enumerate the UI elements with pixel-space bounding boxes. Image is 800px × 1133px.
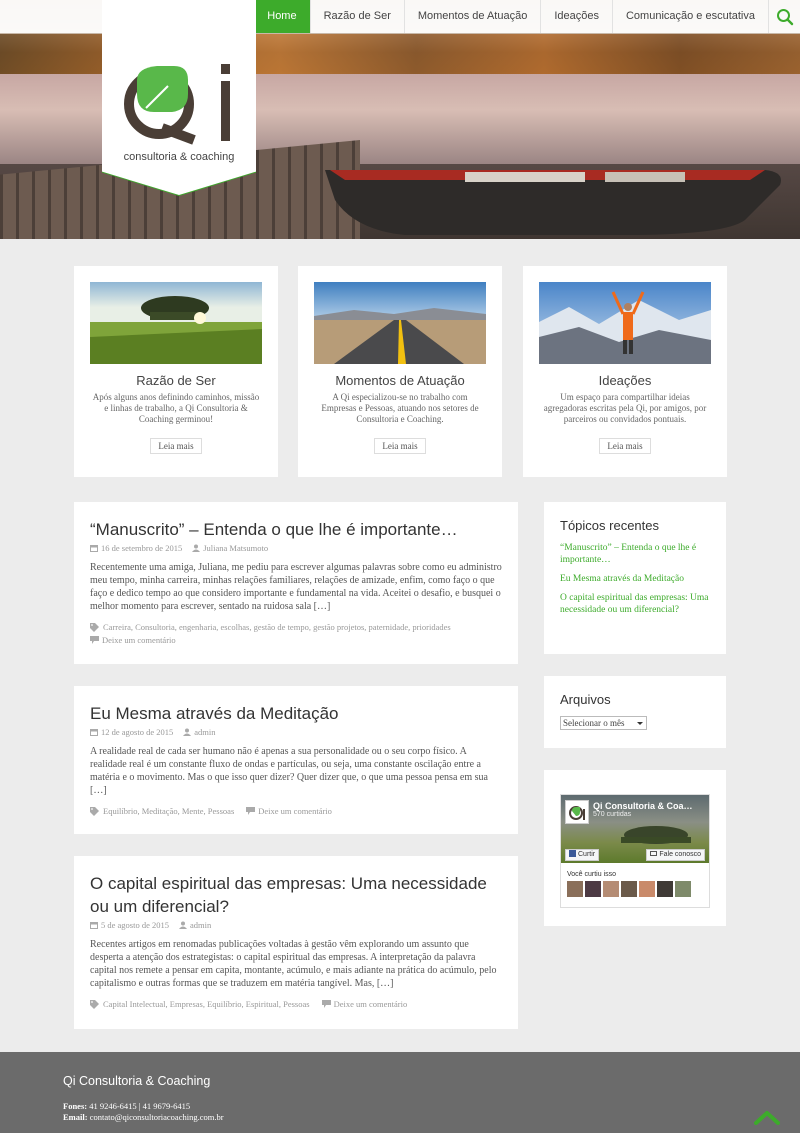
feature-text: A Qi especializou-se no trabalho com Emp… <box>321 392 479 424</box>
post-author: Juliana Matsumoto <box>192 543 268 553</box>
facebook-friend-faces <box>567 881 691 897</box>
footer-phones: Fones: 41 9246-6415 | 41 9679-6415 <box>63 1101 191 1111</box>
friend-avatar[interactable] <box>567 881 583 897</box>
hero-boat <box>325 170 781 235</box>
tag-icon <box>90 622 99 632</box>
facebook-page-plugin: Qi Consultoria & Coa… 570 curtidas Curti… <box>560 794 710 908</box>
user-icon <box>192 544 201 552</box>
qi-logo-icon <box>569 806 585 820</box>
post-tags: Equilíbrio, Meditação, Mente, Pessoas De… <box>90 806 502 816</box>
friend-avatar[interactable] <box>621 881 637 897</box>
post-comments: Deixe um comentário <box>321 999 407 1009</box>
facebook-widget: Qi Consultoria & Coa… 570 curtidas Curti… <box>544 770 726 926</box>
tag-icon <box>90 806 99 816</box>
feature-image-trees <box>90 282 262 364</box>
feature-title: Momentos de Atuação <box>335 373 465 388</box>
post-meta: 5 de agosto de 2015 admin <box>90 920 502 930</box>
calendar-icon <box>90 729 98 736</box>
calendar-icon <box>90 545 98 552</box>
scroll-to-top-icon[interactable] <box>754 1109 780 1125</box>
comment-icon <box>321 1000 331 1008</box>
read-more-button[interactable]: Leia mais <box>150 438 202 454</box>
logo-tagline: consultoria & coaching <box>123 151 235 163</box>
footer-email: Email: contato@qiconsultoriacoaching.com… <box>63 1112 224 1122</box>
post-meta: 12 de agosto de 2015 admin <box>90 727 502 737</box>
post-comments: Deixe um comentário <box>90 635 502 645</box>
feature-text: Após alguns anos definindo caminhos, mis… <box>92 392 260 424</box>
comment-icon <box>90 636 99 644</box>
read-more-button[interactable]: Leia mais <box>599 438 651 454</box>
post-tags: Carreira, Consultoria, engenharia, escol… <box>90 622 502 632</box>
feature-image-road <box>314 282 486 364</box>
search-icon <box>776 8 793 25</box>
user-icon <box>183 728 192 736</box>
comment-icon <box>246 807 256 815</box>
recent-post-link[interactable]: Eu Mesma através da Meditação <box>560 573 710 585</box>
post-title[interactable]: O capital espiritual das empresas: Uma n… <box>90 872 502 918</box>
post-meta: 16 de setembro de 2015 Juliana Matsumoto <box>90 543 502 553</box>
post-excerpt: Recentemente uma amiga, Juliana, me pedi… <box>90 562 502 612</box>
post-title[interactable]: “Manuscrito” – Entenda o que lhe é impor… <box>90 518 502 541</box>
post-date: 16 de setembro de 2015 <box>90 543 182 553</box>
nav-ideacoes[interactable]: Ideações <box>540 0 612 33</box>
post-card: O capital espiritual das empresas: Uma n… <box>74 856 518 1029</box>
tag-icon <box>90 999 99 1009</box>
post-author: admin <box>179 920 211 930</box>
post-tags: Capital Intelectual, Empresas, Equilíbri… <box>90 999 502 1009</box>
widget-title: Tópicos recentes <box>560 518 659 533</box>
post-author: admin <box>183 727 216 737</box>
post-excerpt: Recentes artigos em renomadas publicaçõe… <box>90 939 497 989</box>
post-date: 5 de agosto de 2015 <box>90 920 169 930</box>
friend-avatar[interactable] <box>657 881 673 897</box>
feature-card-momentos: Momentos de Atuação A Qi especializou-se… <box>298 266 502 477</box>
feature-text: Um espaço para compartilhar ideias agreg… <box>543 392 707 424</box>
feature-image-mountain <box>539 282 711 364</box>
recent-post-link[interactable]: “Manuscrito” – Entenda o que lhe é impor… <box>560 542 710 566</box>
friend-avatar[interactable] <box>603 881 619 897</box>
post-excerpt: A realidade real de cada ser humano não … <box>90 746 488 796</box>
search-button[interactable] <box>768 0 800 33</box>
user-icon <box>179 921 187 929</box>
nav-razao-de-ser[interactable]: Razão de Ser <box>309 0 404 33</box>
nav-momentos-de-atuacao[interactable]: Momentos de Atuação <box>403 0 540 33</box>
recent-post-link[interactable]: O capital espiritual das empresas: Uma n… <box>560 592 710 616</box>
feature-title: Ideações <box>598 373 652 388</box>
post-date: 12 de agosto de 2015 <box>90 727 173 737</box>
archives-select[interactable]: Selecionar o mês <box>560 716 647 730</box>
feature-title: Razão de Ser <box>136 373 216 388</box>
post-card: Eu Mesma através da Meditação 12 de agos… <box>74 686 518 834</box>
footer-title: Qi Consultoria & Coaching <box>63 1074 211 1088</box>
feature-card-razao: Razão de Ser Após alguns anos definindo … <box>74 266 278 477</box>
read-more-button[interactable]: Leia mais <box>374 438 426 454</box>
facebook-page-name[interactable]: Qi Consultoria & Coa… <box>593 801 693 811</box>
facebook-contact-button[interactable]: Fale conosco <box>646 849 705 861</box>
post-card: “Manuscrito” – Entenda o que lhe é impor… <box>74 502 518 664</box>
facebook-liked-text: Você curtiu isso <box>567 871 617 878</box>
widget-title: Arquivos <box>560 692 611 707</box>
archives-widget: Arquivos Selecionar o mês <box>544 676 726 748</box>
site-footer: Qi Consultoria & Coaching Fones: 41 9246… <box>0 1052 800 1133</box>
friend-avatar[interactable] <box>675 881 691 897</box>
chevron-down-icon <box>637 722 643 725</box>
calendar-icon <box>90 922 98 929</box>
site-logo[interactable]: consultoria & coaching <box>102 0 256 195</box>
post-title[interactable]: Eu Mesma através da Meditação <box>90 702 502 725</box>
qi-logo-icon <box>124 64 230 145</box>
facebook-icon <box>569 850 576 857</box>
facebook-like-button[interactable]: Curtir <box>565 849 600 861</box>
mail-icon <box>650 851 658 856</box>
facebook-like-count: 570 curtidas <box>593 811 632 818</box>
post-comments: Deixe um comentário <box>246 806 332 816</box>
friend-avatar[interactable] <box>639 881 655 897</box>
facebook-page-avatar[interactable] <box>565 800 589 824</box>
nav-home[interactable]: Home <box>253 0 310 33</box>
friend-avatar[interactable] <box>585 881 601 897</box>
feature-card-ideacoes: Ideações Um espaço para compartilhar ide… <box>523 266 727 477</box>
recent-posts-widget: Tópicos recentes “Manuscrito” – Entenda … <box>544 502 726 654</box>
nav-comunicacao[interactable]: Comunicação e escutativa <box>611 0 768 33</box>
